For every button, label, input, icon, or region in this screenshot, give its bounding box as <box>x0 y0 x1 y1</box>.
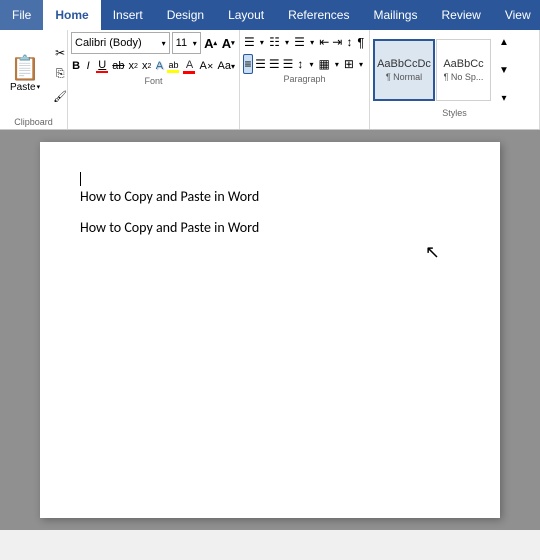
numbered-button[interactable]: ☷ <box>268 32 281 52</box>
change-case-button[interactable]: Aa▾ <box>217 56 236 76</box>
tab-review[interactable]: Review <box>429 0 492 30</box>
font-size-value: 11 <box>176 37 187 49</box>
styles-group: AaBbCcDc ¶ Normal AaBbCc ¶ No Sp... ▲ ▼ … <box>370 30 540 129</box>
show-marks-button[interactable]: ¶ <box>356 32 366 52</box>
borders-arrow[interactable]: ▾ <box>356 54 366 74</box>
justify-button[interactable]: ☰ <box>282 54 295 74</box>
highlight-button[interactable]: ab <box>166 56 180 76</box>
paste-icon: 📋 <box>10 57 40 81</box>
underline-button[interactable]: U <box>95 56 109 76</box>
styles-content: AaBbCcDc ¶ Normal AaBbCc ¶ No Sp... ▲ ▼ … <box>373 32 536 108</box>
borders-button[interactable]: ⊞ <box>343 54 355 74</box>
font-controls: Calibri (Body) ▾ 11 ▾ A▴ A▾ B I U ab <box>71 32 236 76</box>
font-group: Calibri (Body) ▾ 11 ▾ A▴ A▾ B I U ab <box>68 30 240 129</box>
font-label: Font <box>71 76 236 88</box>
bullets-button[interactable]: ☰ <box>243 32 256 52</box>
font-format-row: B I U ab x2 x2 A ab A <box>71 56 236 76</box>
font-size-select[interactable]: 11 ▾ <box>172 32 201 54</box>
document-line-2[interactable]: How to Copy and Paste in Word <box>80 219 460 236</box>
line-spacing-arrow[interactable]: ▾ <box>306 54 316 74</box>
tab-insert[interactable]: Insert <box>101 0 155 30</box>
font-name-select[interactable]: Calibri (Body) ▾ <box>71 32 170 54</box>
tab-design[interactable]: Design <box>155 0 216 30</box>
strikethrough-button[interactable]: ab <box>111 56 125 76</box>
clipboard-buttons: 📋 Paste ▾ ✂ ⎘ 🖌 <box>3 43 71 107</box>
style-nospace-preview: AaBbCc <box>443 58 483 70</box>
paste-button[interactable]: 📋 Paste ▾ <box>3 43 47 107</box>
format-painter-icon: 🖌 <box>53 90 67 103</box>
tab-layout[interactable]: Layout <box>216 0 276 30</box>
page: How to Copy and Paste in Word How to Cop… <box>40 142 500 518</box>
align-left-button[interactable]: ≡ <box>243 54 253 74</box>
styles-down-button[interactable]: ▼ <box>494 60 514 80</box>
decrease-font-button[interactable]: A▾ <box>220 33 236 53</box>
styles-more-button[interactable]: ▾ <box>494 88 514 108</box>
font-size-arrow: ▾ <box>193 39 197 48</box>
ribbon-body: 📋 Paste ▾ ✂ ⎘ 🖌 <box>0 30 540 130</box>
font-name-row: Calibri (Body) ▾ 11 ▾ A▴ A▾ <box>71 32 236 54</box>
style-normal-preview: AaBbCcDc <box>377 58 431 70</box>
align-right-button[interactable]: ☰ <box>268 54 281 74</box>
line-spacing-button[interactable]: ↕ <box>295 54 305 74</box>
paste-dropdown-arrow[interactable]: ▾ <box>37 83 41 91</box>
clipboard-group: 📋 Paste ▾ ✂ ⎘ 🖌 <box>0 30 68 129</box>
multilevel-arrow[interactable]: ▾ <box>307 32 317 52</box>
align-center-button[interactable]: ☰ <box>254 54 267 74</box>
text-effects-button[interactable]: A <box>154 56 164 76</box>
tab-file[interactable]: File <box>0 0 43 30</box>
paragraph-group: ☰ ▾ ☷ ▾ ☰ ▾ ⇤ ⇥ ↕ ¶ ≡ ☰ ☰ ☰ ↕ ▾ ▦ ▾ <box>240 30 370 129</box>
tab-references[interactable]: References <box>276 0 361 30</box>
paragraph-row2: ≡ ☰ ☰ ☰ ↕ ▾ ▦ ▾ ⊞ ▾ <box>243 54 366 74</box>
copy-icon: ⎘ <box>56 68 65 81</box>
cut-icon: ✂ <box>55 46 65 60</box>
paragraph-row1: ☰ ▾ ☷ ▾ ☰ ▾ ⇤ ⇥ ↕ ¶ <box>243 32 366 52</box>
font-color-icon: A <box>183 59 195 74</box>
bullets-arrow[interactable]: ▾ <box>257 32 267 52</box>
style-nospace-label: ¶ No Sp... <box>444 72 484 82</box>
paragraph-label: Paragraph <box>243 74 366 86</box>
style-normal[interactable]: AaBbCcDc ¶ Normal <box>373 39 435 101</box>
tab-mailings[interactable]: Mailings <box>361 0 429 30</box>
font-name-value: Calibri (Body) <box>75 37 142 49</box>
highlight-icon: ab <box>167 60 179 73</box>
styles-up-button[interactable]: ▲ <box>494 32 514 52</box>
decrease-indent-button[interactable]: ⇤ <box>318 32 330 52</box>
text-cursor <box>80 172 81 186</box>
superscript-button[interactable]: x2 <box>141 56 152 76</box>
bold-button[interactable]: B <box>71 56 81 76</box>
document-area: How to Copy and Paste in Word How to Cop… <box>0 130 540 530</box>
font-name-arrow: ▾ <box>162 39 166 48</box>
numbered-arrow[interactable]: ▾ <box>282 32 292 52</box>
style-no-spacing[interactable]: AaBbCc ¶ No Sp... <box>436 39 491 101</box>
paste-label: Paste <box>10 82 36 93</box>
italic-button[interactable]: I <box>83 56 93 76</box>
paragraph-controls: ☰ ▾ ☷ ▾ ☰ ▾ ⇤ ⇥ ↕ ¶ ≡ ☰ ☰ ☰ ↕ ▾ ▦ ▾ <box>243 32 366 74</box>
shading-button[interactable]: ▦ <box>317 54 330 74</box>
ribbon-tabs: File Home Insert Design Layout Reference… <box>0 0 540 30</box>
font-color-button[interactable]: A <box>182 56 196 76</box>
mouse-cursor: ↖ <box>425 242 440 263</box>
subscript-button[interactable]: x2 <box>128 56 139 76</box>
style-normal-label: ¶ Normal <box>386 72 422 82</box>
underline-bar <box>96 71 108 73</box>
multilevel-button[interactable]: ☰ <box>293 32 306 52</box>
increase-indent-button[interactable]: ⇥ <box>331 32 343 52</box>
styles-nav: ▲ ▼ ▾ <box>494 32 514 108</box>
tab-view[interactable]: View <box>493 0 540 30</box>
clear-format-button[interactable]: A✕ <box>198 56 214 76</box>
shading-arrow[interactable]: ▾ <box>332 54 342 74</box>
clipboard-content: 📋 Paste ▾ ✂ ⎘ 🖌 <box>3 32 64 117</box>
increase-font-button[interactable]: A▴ <box>203 33 219 53</box>
underline-label: U <box>98 59 106 71</box>
sort-button[interactable]: ↕ <box>344 32 354 52</box>
document-line-1[interactable]: How to Copy and Paste in Word <box>80 188 460 205</box>
clipboard-label: Clipboard <box>3 117 64 129</box>
tab-home[interactable]: Home <box>43 0 100 30</box>
styles-label: Styles <box>373 108 536 120</box>
